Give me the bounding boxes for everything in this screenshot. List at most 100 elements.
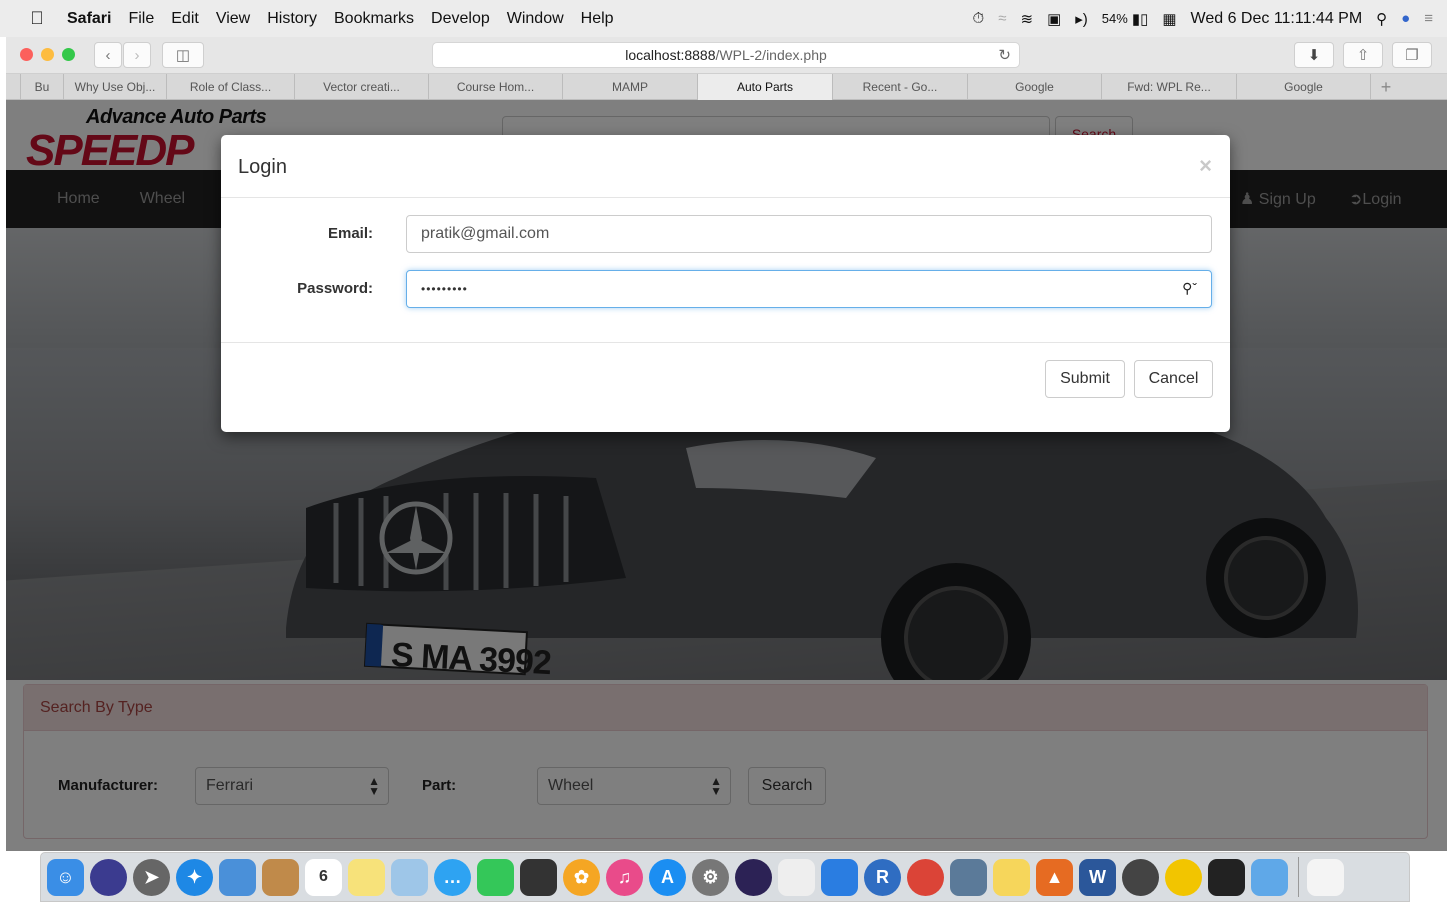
tab-9[interactable]: Google <box>968 74 1102 100</box>
sidebar-icon: ◫ <box>175 47 191 64</box>
r-icon[interactable]: R <box>864 858 901 896</box>
new-tab-button[interactable]: + <box>1371 74 1401 100</box>
downloads-button[interactable]: ⬇ <box>1294 42 1334 68</box>
textedit-icon[interactable] <box>778 858 815 896</box>
system-preferences-icon[interactable]: ⚙ <box>692 858 729 896</box>
email-field[interactable]: pratik@gmail.com <box>406 215 1212 253</box>
reload-icon[interactable]: ↻ <box>998 46 1011 64</box>
siri-icon[interactable]: ● <box>1401 10 1410 27</box>
stickies-icon[interactable] <box>993 858 1030 896</box>
tab-11[interactable]: Google <box>1237 74 1371 100</box>
menu-view[interactable]: View <box>216 10 250 28</box>
modal-header: Login × <box>221 135 1230 198</box>
safari-icon[interactable]: ✦ <box>176 858 213 896</box>
itunes-icon[interactable]: ♫ <box>606 858 643 896</box>
tabs-overview-button[interactable]: ❐ <box>1392 42 1432 68</box>
browser-toolbar: ‹ › ◫ localhost:8888/WPL-2/index.php ↻ ⬇… <box>6 37 1447 74</box>
time-machine-icon[interactable]: ⏱ <box>973 10 985 27</box>
email-value: pratik@gmail.com <box>421 225 550 242</box>
tab-7-active[interactable]: Auto Parts <box>698 74 833 100</box>
chrome-icon[interactable] <box>907 858 944 896</box>
battery-icon[interactable]: ▮▯ <box>1132 10 1149 28</box>
zoom-window-button[interactable] <box>62 48 75 61</box>
launchpad-icon[interactable]: ➤ <box>133 858 170 896</box>
forward-button[interactable]: › <box>123 42 151 68</box>
web-page: Advance Auto Parts SPEEDP Search Home Wh… <box>6 100 1447 851</box>
tab-bar: Bu Why Use Obj... Role of Class... Vecto… <box>6 74 1447 100</box>
menu-help[interactable]: Help <box>581 10 614 28</box>
dock: ☺ ➤ ✦ 6 … ✿ ♫ A ⚙ R ▲ W <box>40 852 1410 902</box>
trash-icon[interactable] <box>1350 858 1387 896</box>
battery-percent[interactable]: 54% <box>1102 11 1128 26</box>
password-field[interactable]: ••••••••• ⚲ˇ <box>406 270 1212 308</box>
minimize-window-button[interactable] <box>41 48 54 61</box>
key-icon[interactable]: ⚲ˇ <box>1182 280 1197 297</box>
contacts-icon[interactable] <box>262 858 299 896</box>
photos-icon[interactable]: ✿ <box>563 858 600 896</box>
download-icon: ⬇ <box>1307 47 1321 64</box>
email-label: Email: <box>327 225 373 242</box>
address-bar[interactable]: localhost:8888/WPL-2/index.php ↻ <box>432 42 1020 68</box>
tab-8[interactable]: Recent - Go... <box>833 74 968 100</box>
back-button[interactable]: ‹ <box>94 42 122 68</box>
word-icon[interactable]: W <box>1079 858 1116 896</box>
tab-10[interactable]: Fwd: WPL Re... <box>1102 74 1237 100</box>
password-label: Password: <box>297 280 373 297</box>
share-button[interactable]: ⇧ <box>1343 42 1383 68</box>
keynote-icon[interactable] <box>1251 858 1288 896</box>
facetime-icon[interactable] <box>477 858 514 896</box>
password-value: ••••••••• <box>421 282 468 296</box>
siri-dock-icon[interactable] <box>90 858 127 896</box>
filezilla-icon[interactable] <box>1165 858 1202 896</box>
numbers-icon[interactable] <box>821 858 858 896</box>
calendar-menu-icon[interactable]: ▦ <box>1162 10 1176 28</box>
console-icon[interactable] <box>1208 858 1245 896</box>
url-host: localhost:8888 <box>625 47 716 63</box>
apple-icon[interactable]:  <box>22 8 52 29</box>
eclipse-icon[interactable] <box>735 858 772 896</box>
tab-6[interactable]: MAMP <box>563 74 698 100</box>
modal-footer: Submit Cancel <box>221 342 1230 432</box>
menu-app-name[interactable]: Safari <box>67 10 111 28</box>
image-capture-icon[interactable] <box>950 858 987 896</box>
photo-booth-icon[interactable] <box>520 858 557 896</box>
wifi-icon[interactable]: ≋ <box>1020 10 1033 28</box>
login-modal: Login × Email: pratik@gmail.com Password… <box>221 135 1230 432</box>
spotlight-icon[interactable]: ⚲ <box>1376 10 1387 28</box>
documents-stack-icon[interactable] <box>1307 858 1344 896</box>
modal-title: Login <box>238 156 287 178</box>
matlab-icon[interactable]: ▲ <box>1036 858 1073 896</box>
share-icon: ⇧ <box>1356 47 1370 64</box>
cancel-button[interactable]: Cancel <box>1134 360 1213 398</box>
menu-file[interactable]: File <box>128 10 154 28</box>
finder-icon[interactable]: ☺ <box>47 858 84 896</box>
volume-icon[interactable]: ▸) <box>1075 10 1088 28</box>
menu-bookmarks[interactable]: Bookmarks <box>334 10 414 28</box>
url-path: /WPL-2/index.php <box>715 47 827 63</box>
preview-icon[interactable] <box>219 858 256 896</box>
clock[interactable]: Wed 6 Dec 11:11:44 PM <box>1191 10 1363 28</box>
submit-button[interactable]: Submit <box>1045 360 1125 398</box>
notes-icon[interactable] <box>348 858 385 896</box>
tab-2[interactable]: Why Use Obj... <box>64 74 167 100</box>
airplay-icon[interactable]: ▣ <box>1047 10 1061 28</box>
photos-browser-icon[interactable] <box>391 858 428 896</box>
notification-center-icon[interactable]: ≡ <box>1424 10 1433 27</box>
tabs-icon: ❐ <box>1405 47 1419 64</box>
menu-window[interactable]: Window <box>507 10 564 28</box>
close-window-button[interactable] <box>20 48 33 61</box>
menu-edit[interactable]: Edit <box>171 10 199 28</box>
sequel-pro-icon[interactable] <box>1122 858 1159 896</box>
app-store-icon[interactable]: A <box>649 858 686 896</box>
menu-develop[interactable]: Develop <box>431 10 490 28</box>
calendar-icon[interactable]: 6 <box>305 858 342 896</box>
tab-1[interactable]: Bu <box>20 74 64 100</box>
tab-3[interactable]: Role of Class... <box>167 74 295 100</box>
tab-5[interactable]: Course Hom... <box>429 74 563 100</box>
messages-icon[interactable]: … <box>434 858 471 896</box>
tab-4[interactable]: Vector creati... <box>295 74 429 100</box>
close-icon[interactable]: × <box>1199 153 1212 179</box>
sidebar-button[interactable]: ◫ <box>162 42 204 68</box>
bluetooth-icon[interactable]: ≈ <box>998 10 1006 27</box>
menu-history[interactable]: History <box>267 10 317 28</box>
